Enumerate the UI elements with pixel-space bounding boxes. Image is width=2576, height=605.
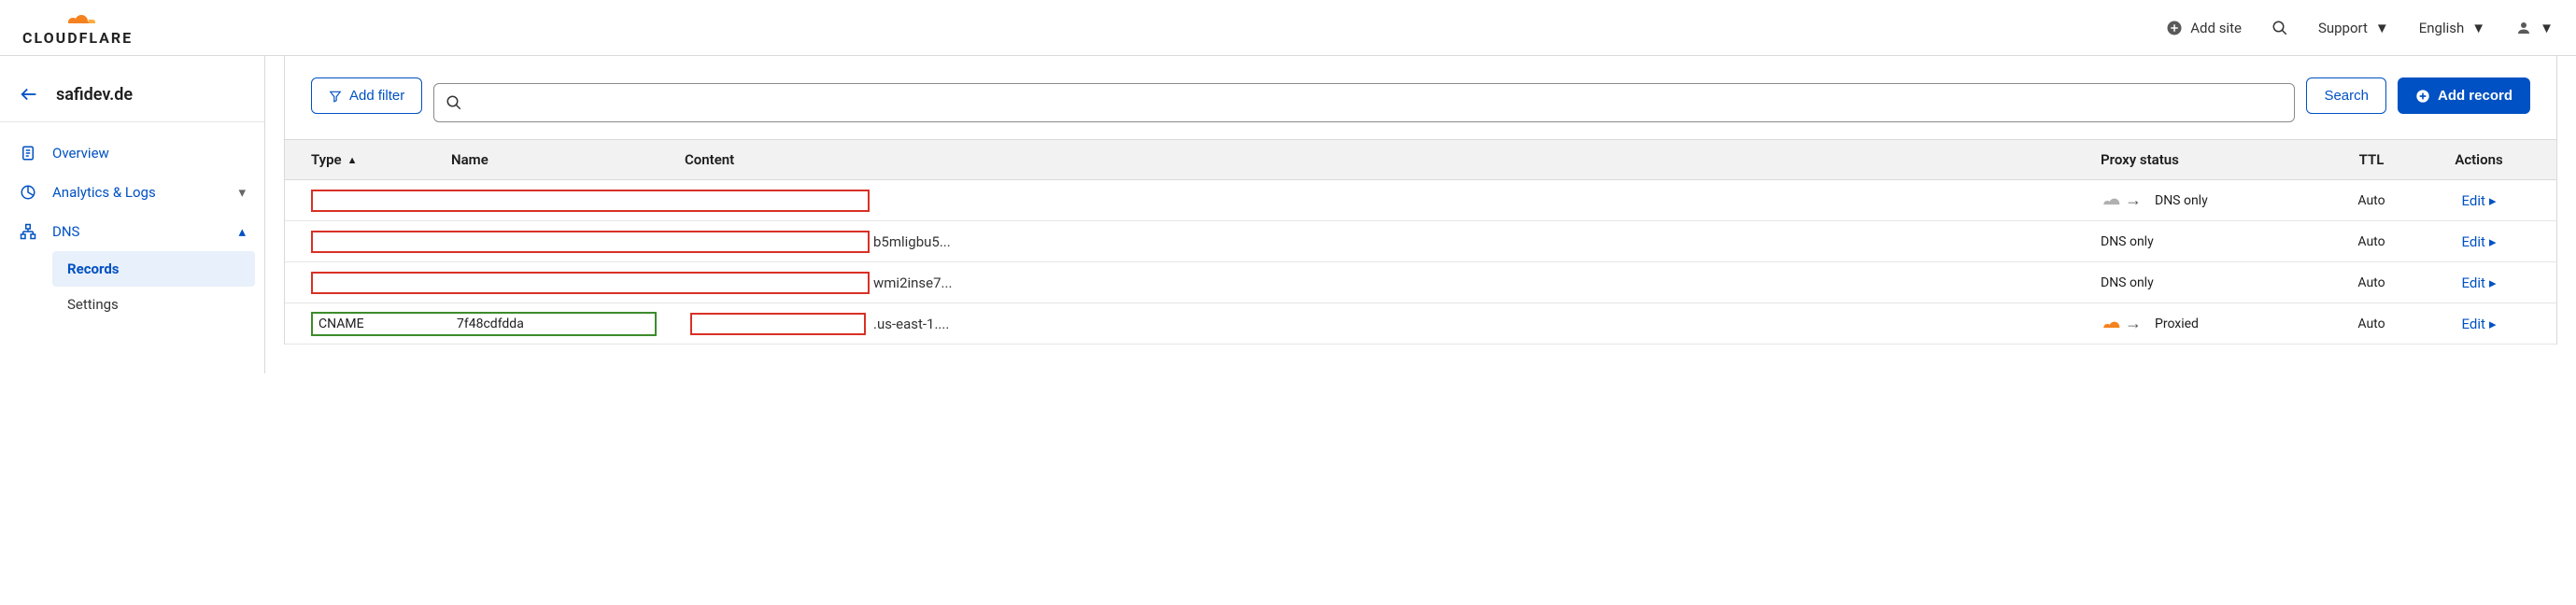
support-dropdown[interactable]: Support ▼ [2318,20,2389,36]
caret-down-icon: ▼ [2471,20,2485,36]
cell-name: 7f48cdfdda [457,317,524,331]
network-icon [20,223,36,240]
column-header-content[interactable]: Content [685,151,2101,168]
search-input[interactable] [470,95,2283,111]
table-row: wmi2inse7... DNS only Auto Edit▸ [285,262,2556,303]
caret-right-icon: ▸ [2489,233,2497,250]
cell-ttl: Auto [2315,234,2427,249]
cloudflare-logo[interactable]: CLOUDFLARE [22,8,133,47]
pie-chart-icon [20,184,36,201]
cell-ttl: Auto [2315,275,2427,290]
redacted-box [311,231,870,253]
caret-right-icon: ▸ [2489,316,2497,332]
sidebar-item-overview[interactable]: Overview [0,134,264,173]
cell-content: b5mligbu5... [870,233,2101,250]
column-header-name[interactable]: Name [451,151,685,168]
redacted-box [690,313,866,335]
arrow-icon: → [2125,314,2142,333]
header-search-button[interactable] [2272,20,2288,36]
cell-proxy: DNS only [2101,275,2315,290]
cell-content: wmi2inse7... [870,274,2101,291]
sort-asc-icon: ▲ [347,154,358,166]
add-record-button[interactable]: Add record [2398,77,2530,114]
cell-ttl: Auto [2315,193,2427,208]
plus-circle-icon [2415,89,2430,104]
edit-button[interactable]: Edit▸ [2462,316,2497,332]
cloud-icon [56,8,99,29]
cell-content: .us-east-1.... [870,316,2101,332]
caret-down-icon: ▾ [238,184,246,201]
plus-circle-icon [2166,20,2183,36]
back-arrow-icon[interactable] [19,84,39,105]
cloud-gray-icon [2101,192,2125,209]
table-row: b5mligbu5... DNS only Auto Edit▸ [285,221,2556,262]
cell-type: CNAME [318,317,457,331]
arrow-icon: → [2125,190,2142,210]
cell-proxy: → DNS only [2101,190,2315,210]
search-icon [2272,20,2288,36]
edit-button[interactable]: Edit▸ [2462,233,2497,250]
redacted-box [311,272,870,294]
column-header-ttl[interactable]: TTL [2315,151,2427,168]
sidebar-item-label: Overview [52,145,109,162]
redacted-box [311,190,870,212]
clipboard-icon [20,145,36,162]
account-dropdown[interactable]: ▼ [2515,20,2554,36]
cloud-orange-icon [2101,316,2125,332]
cell-proxy: → Proxied [2101,314,2315,333]
search-icon [446,94,462,111]
language-dropdown[interactable]: English ▼ [2419,20,2485,36]
edit-button[interactable]: Edit▸ [2462,274,2497,291]
search-input-wrap[interactable] [433,83,2295,122]
add-filter-button[interactable]: Add filter [311,77,422,114]
cell-ttl: Auto [2315,317,2427,331]
table-row: → DNS only Auto Edit▸ [285,180,2556,221]
caret-down-icon: ▼ [2540,20,2554,36]
user-icon [2515,20,2532,36]
sidebar-item-dns[interactable]: DNS ▴ [0,212,264,251]
table-row: CNAME 7f48cdfdda .us-east-1.... → Proxie… [285,303,2556,345]
logo-text: CLOUDFLARE [22,29,133,47]
column-header-proxy[interactable]: Proxy status [2101,151,2315,168]
table-header: Type ▲ Name Content Proxy status TTL Act… [285,139,2556,180]
sidebar-item-label: Analytics & Logs [52,184,156,201]
column-header-type[interactable]: Type ▲ [311,151,451,168]
edit-button[interactable]: Edit▸ [2462,192,2497,209]
sidebar-subitem-settings[interactable]: Settings [52,287,264,322]
highlighted-box: CNAME 7f48cdfdda [311,312,657,336]
caret-down-icon: ▼ [2375,20,2389,36]
filter-icon [329,90,342,103]
sidebar-item-label: DNS [52,223,79,240]
dns-records-table: Type ▲ Name Content Proxy status TTL Act… [285,139,2556,345]
caret-right-icon: ▸ [2489,274,2497,291]
caret-right-icon: ▸ [2489,192,2497,209]
domain-name[interactable]: safidev.de [56,85,133,105]
column-header-actions: Actions [2427,151,2530,168]
add-site-button[interactable]: Add site [2166,20,2242,36]
caret-up-icon: ▴ [238,223,246,240]
cell-proxy: DNS only [2101,234,2315,249]
search-button[interactable]: Search [2306,77,2386,114]
sidebar-subitem-records[interactable]: Records [52,251,255,287]
sidebar-item-analytics[interactable]: Analytics & Logs ▾ [0,173,264,212]
